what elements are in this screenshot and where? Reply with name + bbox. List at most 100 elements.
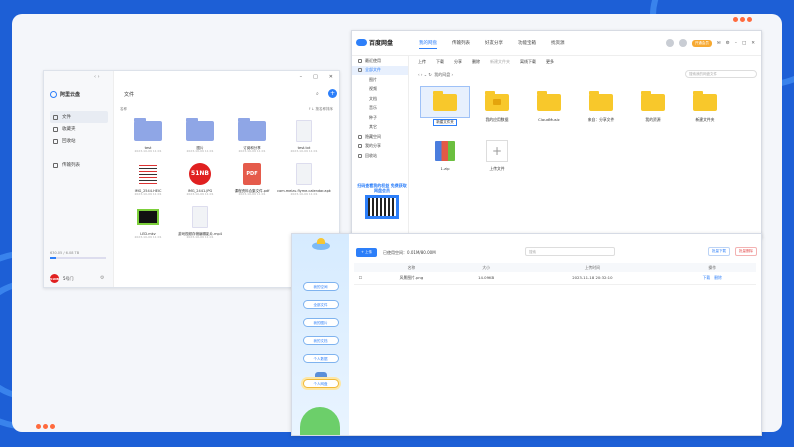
search-input[interactable]: 搜索我的网盘文件	[685, 70, 757, 78]
toolbar: + 上传 已使用空间：0.01M/80.00M	[356, 248, 436, 257]
sidebar-item[interactable]: 全部文件	[352, 65, 408, 75]
file-thumb	[290, 119, 318, 143]
search-input[interactable]: 搜索	[525, 247, 615, 256]
toolbar-button[interactable]: 更多	[546, 59, 554, 65]
sidebar-item[interactable]: 其它	[352, 123, 408, 133]
file-item[interactable]: PDF 课程资料合集文件.pdf 2023-10-09 11:01	[226, 162, 278, 197]
maximize-icon[interactable]: □	[742, 41, 746, 46]
window-controls[interactable]: – □ ✕	[300, 74, 333, 80]
custom-cloud-window: 我的空间全部文件我的图片我的文档个人数据 个人网盘 + 上传 已使用空间：0.01…	[291, 233, 762, 436]
file-name: 上传文件	[489, 166, 505, 171]
file-date: 2023-10-09 11:01	[134, 191, 162, 196]
sidebar-item[interactable]: 文档	[352, 94, 408, 104]
file-item[interactable]: LED.mkv 2023-10-09 11:01	[122, 205, 174, 240]
sidebar-item[interactable]: 文件	[50, 111, 108, 123]
baidu-window: 百度网盘 我的网盘 传输列表 好友分享 功能宝箱 找资源 开通会员 ✉ ⚙ – □ ✕ 最近使用全…	[351, 30, 762, 239]
settings-icon[interactable]: ⚙	[726, 41, 730, 46]
action-link[interactable]: 删除	[714, 275, 722, 280]
nav-button[interactable]: 个人数据	[302, 354, 339, 363]
tab[interactable]: 传输列表	[452, 40, 470, 49]
toolbar-button[interactable]: 下载	[436, 59, 444, 65]
file-item[interactable]: IMG_2544.HEIC 2023-10-09 11:01	[122, 162, 174, 197]
batch-download-button[interactable]: 批量下载	[708, 247, 730, 256]
minimize-icon[interactable]: –	[735, 41, 737, 46]
file-item[interactable]: test 2023-10-09 11:01	[122, 118, 174, 154]
file-date: 2023-10-09 11:01	[238, 149, 266, 154]
search-icon[interactable]: ⌕	[316, 91, 319, 97]
yfold-icon	[485, 90, 509, 111]
sidebar-item[interactable]: 音乐	[352, 104, 408, 114]
file-item[interactable]: 新建文件夹	[419, 86, 471, 126]
action-link[interactable]: 下载	[703, 275, 711, 280]
file-item[interactable]: 新建文件夹	[679, 87, 731, 126]
close-icon[interactable]: ✕	[751, 41, 755, 46]
pdoc-icon	[296, 120, 312, 142]
add-button[interactable]: +	[328, 89, 337, 98]
file-item[interactable]: + 上传文件	[471, 136, 523, 172]
user-info[interactable]: 51NB 5号门	[50, 274, 74, 283]
sidebar-item[interactable]: 最近使用	[352, 56, 408, 66]
yfold-icon	[537, 90, 561, 111]
sidebar-item-label: 隐藏空间	[365, 133, 381, 139]
view-sort[interactable]: ↑↓ 按名称排序	[309, 107, 333, 112]
sidebar-item[interactable]: 隐藏空间	[352, 132, 408, 142]
avatar[interactable]	[678, 39, 687, 47]
file-item[interactable]: 51NB IMG_2441.JPG 2023-10-09 11:01	[174, 162, 226, 197]
gear-icon[interactable]: ⚙	[100, 275, 104, 281]
breadcrumb: ‹ › ⌄ ↻ 我的网盘 ›	[418, 72, 454, 77]
vip-button[interactable]: 开通会员	[691, 39, 712, 47]
tab[interactable]: 功能宝箱	[518, 40, 536, 49]
file-item[interactable]: 游戏视频存储编辑影片.mp4 2023-10-09 11:01	[174, 205, 226, 240]
column-header: 上传时间	[516, 263, 669, 272]
file-item[interactable]: 我的应用数据	[471, 87, 523, 126]
file-name: 1.zip	[440, 166, 450, 171]
toolbar-button[interactable]: 分享	[454, 59, 462, 65]
nav-button[interactable]: 我的图片	[302, 318, 339, 327]
nav-arrows[interactable]: ‹ ›	[94, 74, 100, 80]
sidebar-item[interactable]: 回收站	[352, 151, 408, 161]
toolbar-button[interactable]: 离线下载	[520, 59, 536, 65]
mail-icon[interactable]: ✉	[717, 41, 721, 46]
file-thumb	[186, 205, 214, 229]
nav-button[interactable]: 全部文件	[302, 300, 339, 309]
file-item[interactable]: 1.zip	[419, 136, 471, 172]
file-item[interactable]: CloudMusic	[523, 87, 575, 126]
sidebar-item[interactable]: 回收站	[50, 135, 108, 147]
upl-icon: +	[486, 140, 508, 162]
toolbar-button[interactable]: 删除	[472, 59, 480, 65]
sidebar-item-label: 种子	[369, 114, 377, 120]
file-item[interactable]: 我的资源	[627, 87, 679, 126]
nav-button[interactable]: 我的空间	[302, 282, 339, 291]
toolbar-button[interactable]: 新建文件夹	[490, 59, 510, 65]
avatar[interactable]	[665, 39, 674, 47]
file-item[interactable]: com.meizu.flyme.calendar.apk 2023-10-09 1…	[277, 162, 331, 197]
yfold-icon	[641, 90, 665, 111]
sidebar-item-label: 其它	[369, 124, 377, 130]
sort-label[interactable]: 名称	[120, 107, 127, 112]
tab[interactable]: 找资源	[551, 40, 565, 49]
sidebar-item[interactable]: 种子	[352, 113, 408, 123]
toolbar-button[interactable]: 上传	[418, 59, 426, 65]
file-item[interactable]: 来自：分享文件	[575, 87, 627, 126]
tab[interactable]: 好友分享	[485, 40, 503, 49]
file-name: 我的应用数据	[485, 117, 509, 122]
sidebar-item[interactable]: 图片	[352, 75, 408, 85]
nav-active[interactable]: 个人网盘	[302, 379, 339, 388]
toolbar: 上传 下载 分享 删除 新建文件夹 离线下载 更多	[418, 59, 554, 65]
file-item[interactable]: test.txt 2023-10-09 11:01	[278, 119, 330, 154]
sidebar-item[interactable]: 视频	[352, 85, 408, 95]
sidebar-item[interactable]: 我的分享	[352, 142, 408, 152]
sidebar: ‹ › 阿里云盘 文件 收藏夹 回收站 传输列表 630.05 / 6.08 TB 5…	[44, 71, 114, 287]
promo-banner[interactable]: 扫码查看我的权益 免费获取网盘会员	[357, 183, 407, 220]
upload-button[interactable]: + 上传	[356, 248, 378, 257]
file-date: 2023-10-09 11:01	[290, 191, 318, 196]
sidebar-item[interactable]: 传输列表	[50, 159, 108, 171]
sidebar-item[interactable]: 收藏夹	[50, 123, 108, 135]
batch-delete-button[interactable]: 批量删除	[735, 247, 757, 256]
row-checkbox[interactable]: ☐	[354, 272, 367, 285]
nav-icon	[358, 134, 362, 139]
file-item[interactable]: 图片 2023-10-09 11:01	[174, 118, 226, 154]
file-item[interactable]: 订阅和分享 2023-10-09 11:01	[226, 118, 278, 154]
tab[interactable]: 我的网盘	[419, 40, 437, 49]
nav-button[interactable]: 我的文档	[302, 336, 339, 345]
